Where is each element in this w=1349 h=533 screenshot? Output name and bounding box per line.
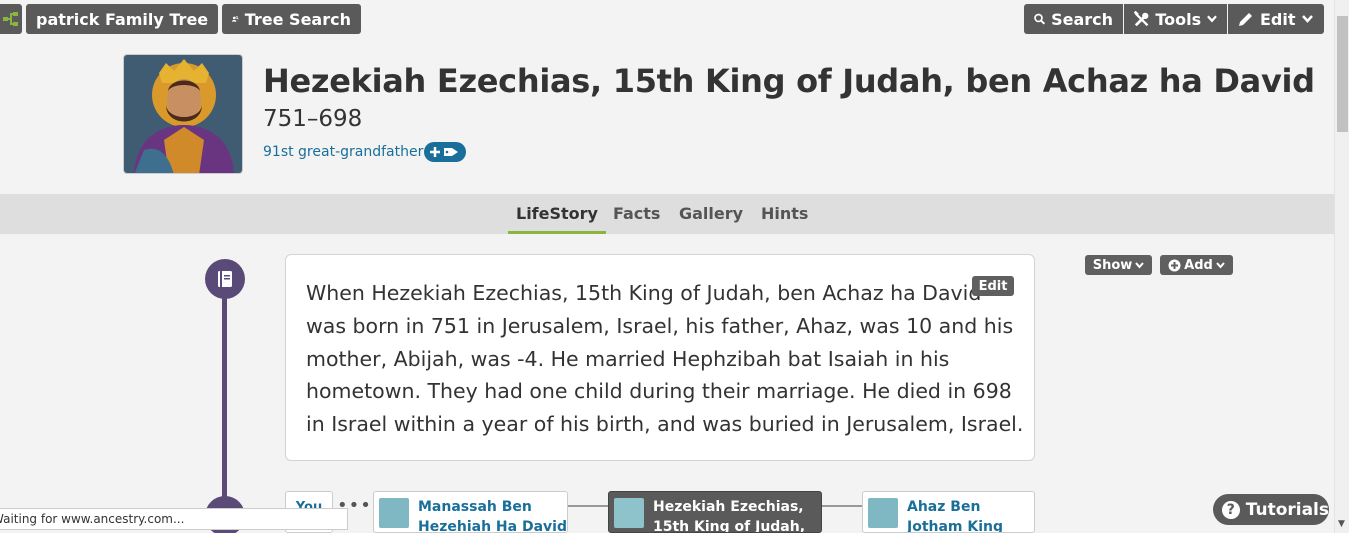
person-search-icon <box>232 16 239 22</box>
page-scrollbar[interactable]: ▼ <box>1334 0 1349 533</box>
tools-menu-button[interactable]: Tools <box>1124 4 1227 34</box>
family-card-focus-person[interactable]: Hezekiah Ezechias, 15th King of Judah, <box>608 491 822 533</box>
pencil-icon <box>1239 13 1252 26</box>
edit-menu-button[interactable]: Edit <box>1228 4 1324 34</box>
tree-search-button[interactable]: Tree Search <box>222 4 361 34</box>
tab-gallery[interactable]: Gallery <box>671 194 751 234</box>
person-name-heading: Hezekiah Ezechias, 15th King of Judah, b… <box>263 62 1315 100</box>
chevron-down-icon <box>1301 15 1313 23</box>
browser-status-bar: Waiting for www.ancestry.com... <box>0 508 348 530</box>
tab-lifestory[interactable]: LifeStory <box>508 194 606 234</box>
tools-label: Tools <box>1155 9 1202 29</box>
chevron-down-icon <box>1207 15 1217 23</box>
connector-line <box>568 505 608 507</box>
tools-icon <box>1134 10 1149 26</box>
avatar <box>379 498 409 528</box>
show-menu-button[interactable]: Show <box>1085 255 1152 275</box>
plus-tag-icon <box>430 147 458 157</box>
tab-hints[interactable]: Hints <box>753 194 816 234</box>
edit-story-button[interactable]: Edit <box>972 276 1014 296</box>
search-label: Search <box>1051 9 1113 29</box>
family-card-name: Ahaz Ben Jotham King <box>907 499 1004 533</box>
chevron-down-icon <box>1216 261 1225 269</box>
edit-label: Edit <box>1260 9 1296 29</box>
tree-view-button[interactable] <box>0 4 22 34</box>
add-label: Add <box>1184 257 1213 273</box>
tree-search-label: Tree Search <box>244 9 351 29</box>
top-toolbar: patrick Family Tree Tree Search Search T… <box>0 4 1334 34</box>
tutorials-button[interactable]: ? Tutorials <box>1213 494 1329 525</box>
family-tree-label: patrick Family Tree <box>36 9 209 29</box>
add-tag-button[interactable] <box>424 142 466 162</box>
icon-portrait-image <box>124 55 242 173</box>
document-icon <box>218 271 232 287</box>
lifestory-intro-text: When Hezekiah Ezechias, 15th King of Jud… <box>306 281 1024 437</box>
question-icon: ? <box>1222 500 1240 519</box>
family-card-name: Hezekiah Ezechias, 15th King of Judah, <box>653 499 806 533</box>
avatar <box>868 498 898 528</box>
profile-portrait[interactable] <box>123 54 243 174</box>
tab-facts[interactable]: Facts <box>605 194 668 234</box>
person-lifespan: 751–698 <box>263 106 363 132</box>
scroll-down-arrow-icon[interactable]: ▼ <box>1338 519 1345 529</box>
family-tree-menu-button[interactable]: patrick Family Tree <box>26 4 218 34</box>
search-icon <box>1034 13 1046 25</box>
scrollbar-thumb[interactable] <box>1337 16 1348 132</box>
tutorials-label: Tutorials <box>1245 499 1329 520</box>
plus-circle-icon <box>1168 259 1181 271</box>
family-card-son[interactable]: Manassah Ben Hezehiah Ha David, <box>373 491 568 533</box>
timeline-story-node <box>205 259 245 299</box>
relationship-link[interactable]: 91st great-grandfather <box>263 144 423 160</box>
show-label: Show <box>1092 257 1133 273</box>
avatar <box>614 498 644 528</box>
connector-line <box>822 505 862 507</box>
profile-tab-bar: LifeStory Facts Gallery Hints <box>0 194 1334 234</box>
family-card-name: Manassah Ben Hezehiah Ha David, <box>418 499 568 533</box>
add-menu-button[interactable]: Add <box>1160 255 1233 275</box>
chevron-down-icon <box>1135 261 1145 269</box>
lifestory-intro-card: When Hezekiah Ezechias, 15th King of Jud… <box>285 254 1035 461</box>
search-button[interactable]: Search <box>1024 4 1123 34</box>
family-card-father[interactable]: Ahaz Ben Jotham King <box>862 491 1035 533</box>
tree-icon <box>3 12 18 26</box>
